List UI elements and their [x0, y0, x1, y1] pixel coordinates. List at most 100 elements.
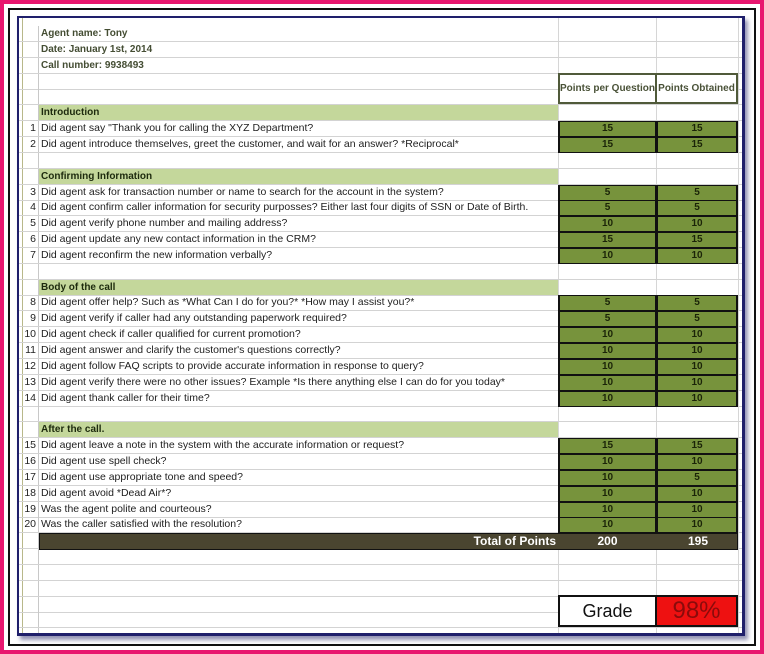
points-obtained-cell[interactable]: 10 — [656, 485, 738, 502]
points-per-question-cell[interactable]: 15 — [558, 136, 657, 153]
question-text: Did agent use spell check? — [41, 454, 167, 467]
points-per-question-cell[interactable]: 10 — [558, 358, 657, 375]
question-number: 5 — [19, 216, 39, 232]
points-per-question-cell[interactable]: 10 — [558, 469, 657, 486]
points-per-question-cell[interactable]: 10 — [558, 517, 657, 534]
question-text: Did agent offer help? Such as *What Can … — [41, 296, 415, 309]
points-obtained-cell[interactable]: 10 — [656, 390, 738, 407]
row-number-cell — [19, 533, 39, 549]
points-per-question-cell[interactable]: 10 — [558, 374, 657, 391]
sheet-row: Call number: 9938493 — [19, 57, 742, 74]
question-number: 14 — [19, 390, 39, 406]
points-per-question-cell[interactable]: 5 — [558, 295, 657, 312]
points-obtained-cell[interactable]: 10 — [656, 374, 738, 391]
points-per-question-cell[interactable]: 10 — [558, 343, 657, 359]
section-header-row: Introduction — [19, 105, 742, 122]
points-per-question-cell[interactable]: 15 — [558, 438, 657, 455]
row-number-cell — [19, 549, 39, 565]
section-title: Confirming Information — [41, 170, 153, 182]
points-obtained-cell[interactable]: 10 — [656, 327, 738, 344]
points-per-question-cell[interactable]: 10 — [558, 216, 657, 233]
section-title: After the call. — [41, 424, 105, 436]
points-per-question-cell[interactable]: 5 — [558, 200, 657, 217]
points-obtained-cell[interactable]: 10 — [656, 343, 738, 359]
points-per-question-cell[interactable]: 5 — [558, 184, 657, 201]
points-obtained-cell[interactable]: 10 — [656, 501, 738, 518]
question-text: Did agent leave a note in the system wit… — [41, 439, 405, 452]
section-band — [39, 105, 558, 121]
question-text: Did agent answer and clarify the custome… — [41, 344, 341, 356]
question-text: Did agent introduce themselves, greet th… — [41, 137, 459, 150]
question-number: 3 — [19, 184, 39, 200]
points-obtained-cell[interactable]: 10 — [656, 216, 738, 233]
question-number: 2 — [19, 136, 39, 152]
question-row: 6 Did agent update any new contact inform… — [19, 232, 742, 249]
sheet-row: Date: January 1st, 2014 — [19, 41, 742, 58]
row-number-cell — [19, 406, 39, 422]
grade-label: Grade — [558, 595, 657, 627]
question-row: 17 Did agent use appropriate tone and spe… — [19, 469, 742, 486]
section-title: Body of the call — [41, 281, 116, 293]
total-points-obtained: 195 — [687, 534, 709, 549]
question-number: 4 — [19, 200, 39, 216]
question-row: 2 Did agent introduce themselves, greet t… — [19, 136, 742, 153]
points-obtained-cell[interactable]: 15 — [656, 121, 738, 138]
points-obtained-cell[interactable]: 5 — [656, 200, 738, 217]
row-number-cell — [19, 628, 39, 633]
question-row: 16 Did agent use spell check? 10 10 — [19, 453, 742, 470]
question-text: Was the caller satisfied with the resolu… — [41, 518, 242, 531]
sheet-row: Agent name: Tony — [19, 26, 742, 42]
points-per-question-cell[interactable]: 15 — [558, 121, 657, 138]
total-points-per-question: 200 — [597, 534, 618, 549]
question-text: Did agent reconfirm the new information … — [41, 248, 273, 261]
question-number: 9 — [19, 311, 39, 327]
points-per-question-cell[interactable]: 10 — [558, 327, 657, 344]
question-number: 1 — [19, 121, 39, 137]
section-band — [39, 279, 558, 295]
points-obtained-cell[interactable]: 10 — [656, 247, 738, 264]
question-row: 18 Did agent avoid *Dead Air*? 10 10 — [19, 485, 742, 502]
points-obtained-cell[interactable]: 5 — [656, 311, 738, 328]
points-obtained-cell[interactable]: 15 — [656, 232, 738, 249]
points-obtained-cell[interactable]: 15 — [656, 438, 738, 455]
points-per-question-cell[interactable]: 10 — [558, 390, 657, 407]
points-per-question-cell[interactable]: 10 — [558, 247, 657, 264]
question-row: 14 Did agent thank caller for their time?… — [19, 390, 742, 407]
question-text: Did agent say "Thank you for calling the… — [41, 122, 314, 135]
question-row: 3 Did agent ask for transaction number or… — [19, 184, 742, 201]
header-points-per-question: Points per Question — [558, 73, 657, 104]
section-header-row: Confirming Information — [19, 168, 742, 185]
section-header-row: After the call. — [19, 422, 742, 439]
points-per-question-cell[interactable]: 5 — [558, 311, 657, 328]
points-obtained-cell[interactable]: 15 — [656, 136, 738, 153]
question-row: 1 Did agent say "Thank you for calling th… — [19, 121, 742, 138]
row-number-cell — [19, 596, 39, 612]
question-number: 20 — [19, 517, 39, 533]
question-number: 11 — [19, 343, 39, 358]
points-per-question-cell[interactable]: 15 — [558, 232, 657, 249]
question-number: 16 — [19, 453, 39, 469]
question-row: 15 Did agent leave a note in the system w… — [19, 438, 742, 455]
points-obtained-cell[interactable]: 5 — [656, 184, 738, 201]
points-obtained-cell[interactable]: 10 — [656, 453, 738, 470]
points-obtained-cell[interactable]: 5 — [656, 469, 738, 486]
points-obtained-cell[interactable]: 5 — [656, 295, 738, 312]
grade-value: 98% — [655, 595, 738, 627]
question-row: 8 Did agent offer help? Such as *What Can… — [19, 295, 742, 312]
points-obtained-cell[interactable]: 10 — [656, 517, 738, 534]
question-number: 12 — [19, 358, 39, 374]
row-number-cell — [19, 152, 39, 168]
row-number-cell — [19, 73, 39, 89]
spreadsheet-grid: Agent name: Tony Date: January 1st, 2014 C… — [19, 18, 742, 633]
question-row: 4 Did agent confirm caller information fo… — [19, 200, 742, 217]
points-obtained-cell[interactable]: 10 — [656, 358, 738, 375]
question-number: 13 — [19, 374, 39, 390]
question-number: 19 — [19, 501, 39, 517]
points-per-question-cell[interactable]: 10 — [558, 453, 657, 470]
question-text: Did agent verify there were no other iss… — [41, 375, 506, 388]
sheet-row — [19, 564, 742, 581]
question-number: 6 — [19, 232, 39, 248]
question-text: Did agent confirm caller information for… — [41, 201, 529, 214]
points-per-question-cell[interactable]: 10 — [558, 501, 657, 518]
points-per-question-cell[interactable]: 10 — [558, 485, 657, 502]
